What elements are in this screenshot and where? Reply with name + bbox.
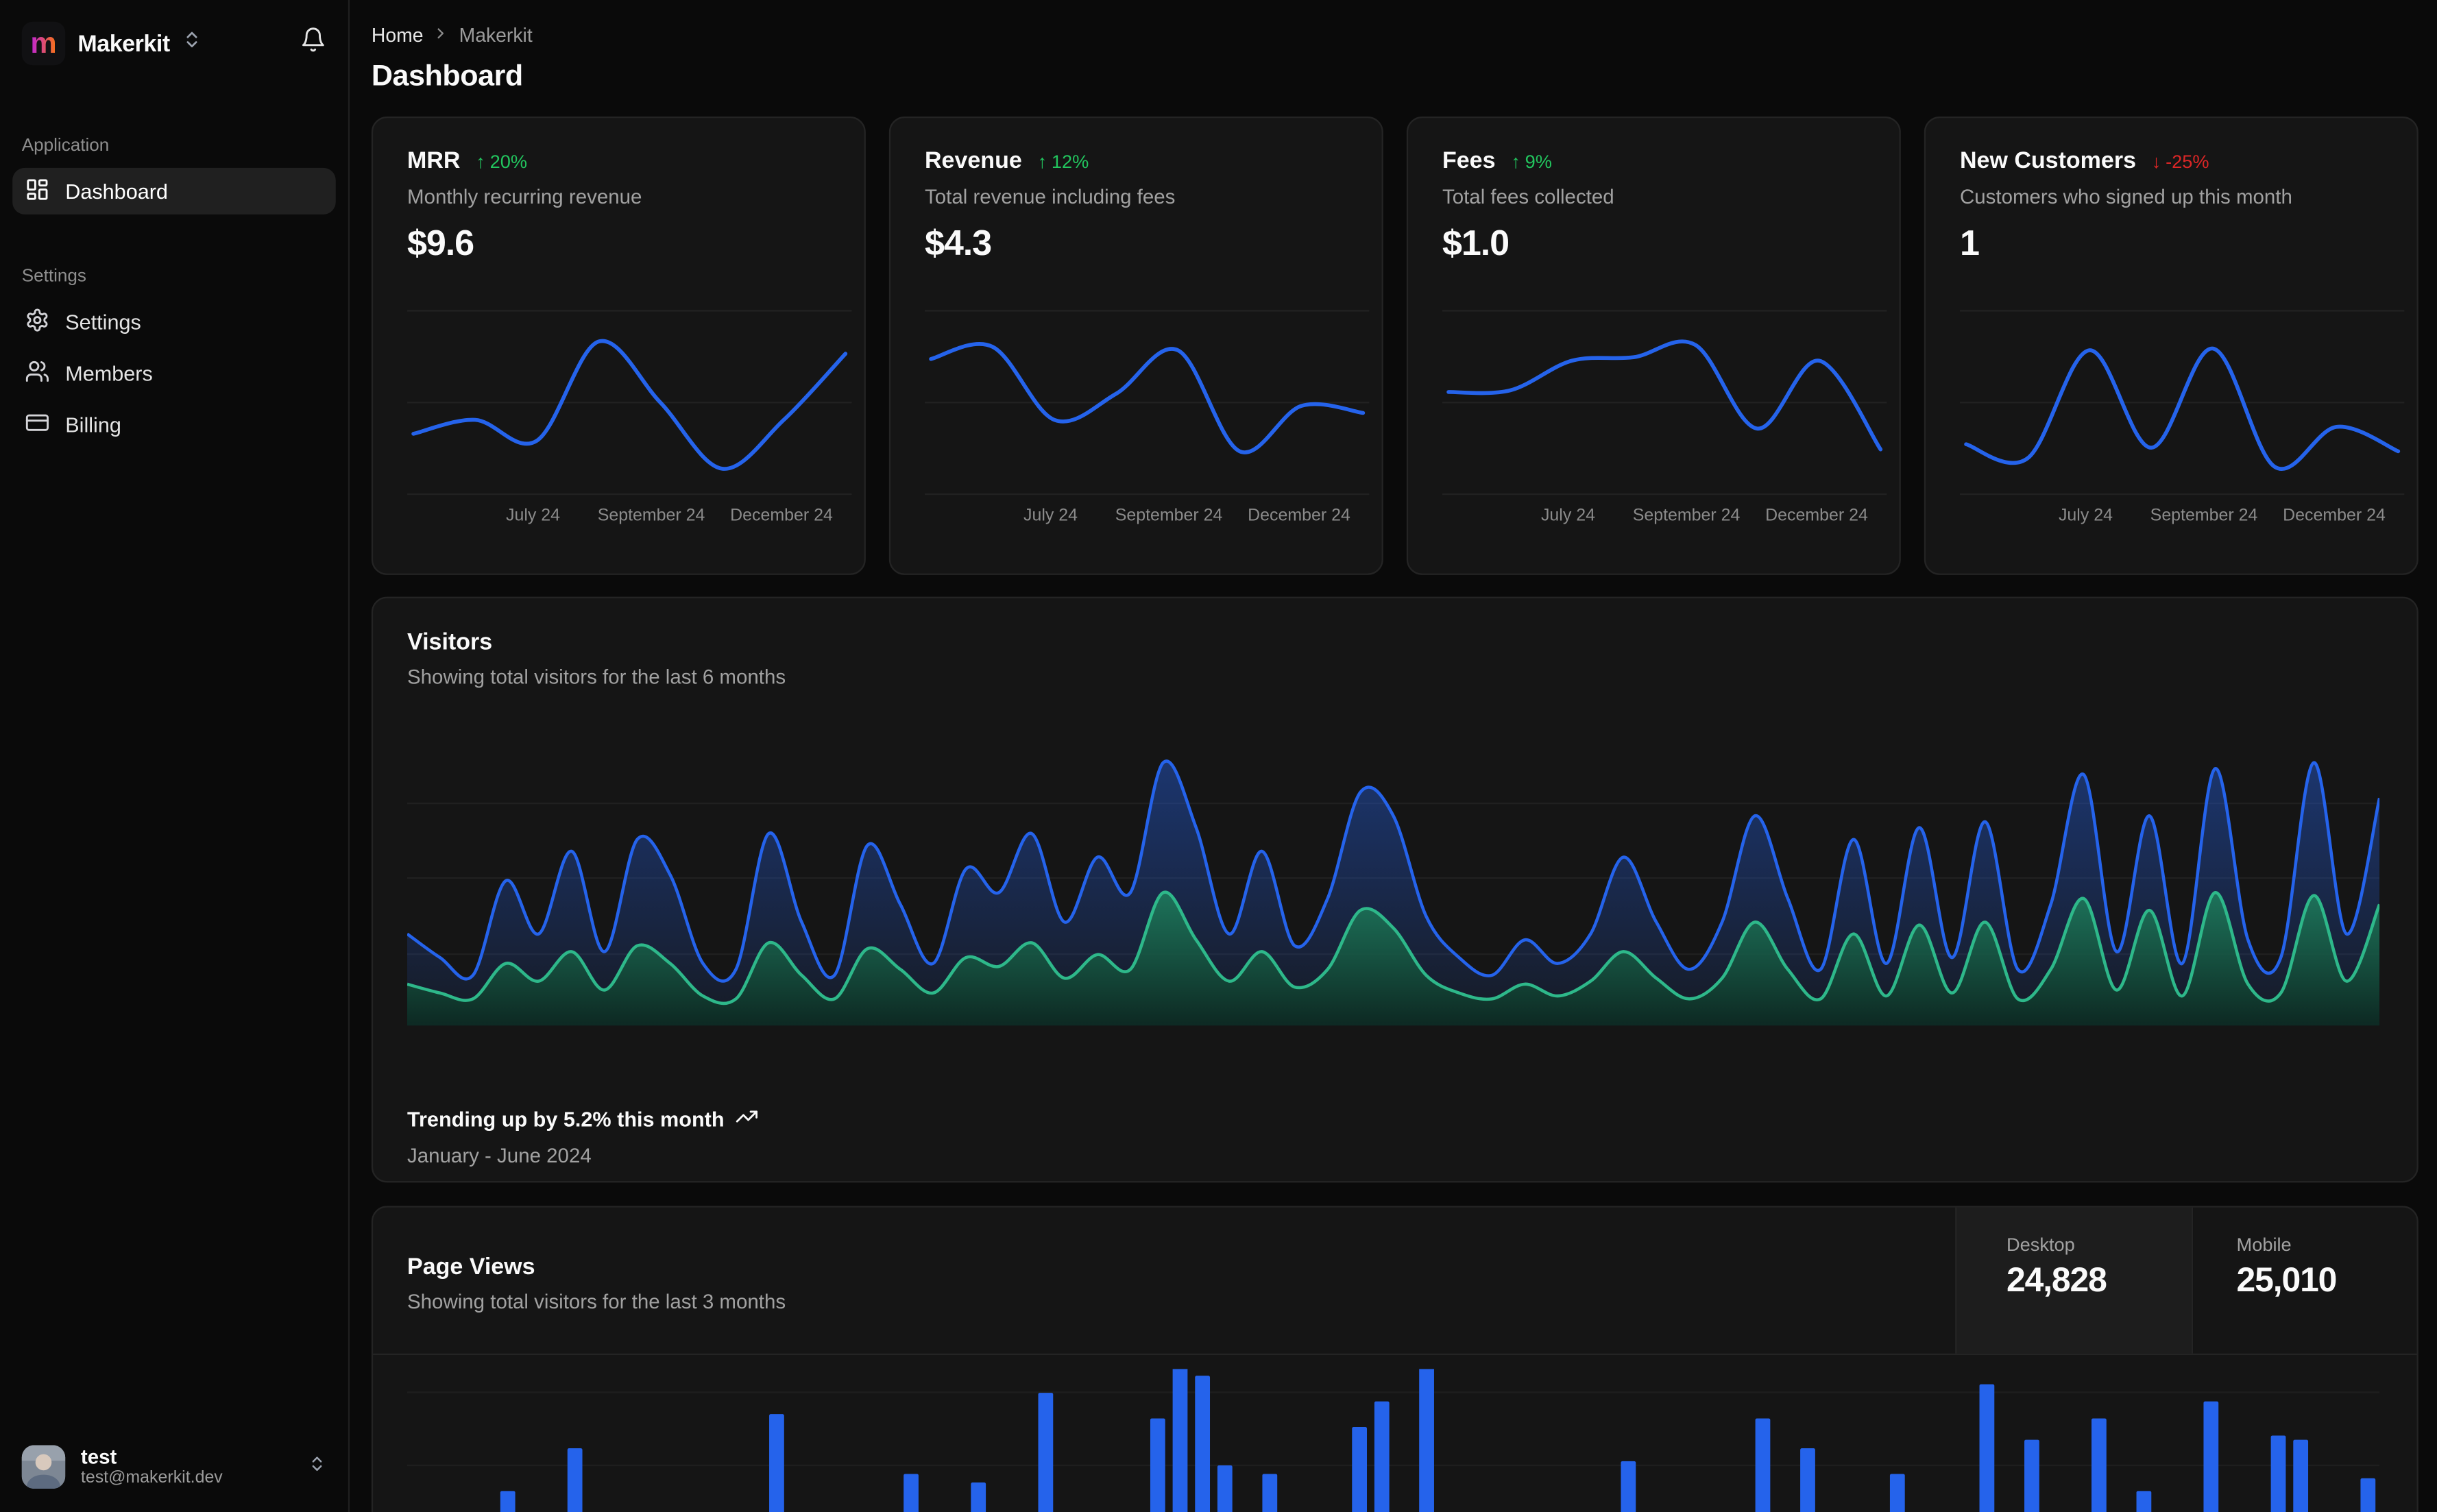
page-views-bar-chart [407, 1369, 2380, 1512]
credit-card-icon [25, 409, 49, 439]
fees-sparkline-chart [1442, 310, 1887, 496]
sidebar-item-dashboard[interactable]: Dashboard [12, 167, 336, 215]
desktop-value: 24,828 [2006, 1260, 2107, 1300]
stat-value: $9.6 [407, 222, 474, 263]
nav-section-label-application: Application [21, 136, 110, 156]
sidebar-item-label: Members [65, 361, 153, 385]
x-tick: July 24 [1023, 507, 1078, 526]
stat-trend-badge: ↓ -25% [2151, 149, 2209, 172]
sparkline-x-axis: July 24 September 24 December 24 [1442, 507, 1884, 528]
x-tick: December 24 [1248, 507, 1350, 526]
chevrons-up-down-icon [182, 29, 202, 58]
bell-icon [300, 27, 327, 61]
stat-value: 1 [1959, 222, 1980, 263]
x-tick: July 24 [505, 507, 561, 526]
x-tick: September 24 [597, 507, 705, 526]
sparkline-x-axis: July 24 September 24 December 24 [925, 507, 1366, 528]
chevrons-up-down-icon [308, 1453, 326, 1481]
visitors-title: Visitors [407, 629, 493, 656]
dashboard-page: m Makerkit Application Dashboard Setting… [0, 0, 2437, 1512]
sidebar-header: m Makerkit [0, 0, 348, 66]
x-tick: September 24 [2150, 507, 2258, 526]
trend-arrow-icon: ↑ [1037, 149, 1047, 172]
stat-title: Revenue [924, 147, 1022, 174]
user-email: test@makerkit.dev [80, 1468, 223, 1487]
trending-up-icon [735, 1105, 758, 1133]
stat-trend-badge: ↑ 12% [1037, 149, 1089, 172]
nav-section-label-settings: Settings [21, 267, 86, 286]
stat-card-revenue: Revenue ↑ 12% Total revenue including fee… [888, 117, 1383, 575]
stat-title: MRR [407, 147, 461, 174]
sidebar-item-label: Settings [65, 310, 141, 334]
sidebar-item-label: Billing [65, 412, 121, 436]
stat-trend-badge: ↑ 9% [1511, 149, 1552, 172]
user-avatar [21, 1445, 66, 1489]
chevron-right-icon [433, 25, 450, 47]
x-tick: September 24 [1632, 507, 1741, 526]
sidebar-item-settings[interactable]: Settings [12, 298, 336, 345]
visitors-footer: Trending up by 5.2% this month January -… [407, 1105, 758, 1167]
stat-subtitle: Monthly recurring revenue [407, 184, 642, 208]
sidebar-item-members[interactable]: Members [12, 350, 336, 396]
user-name: test [80, 1445, 117, 1469]
toggle-mobile-button[interactable]: Mobile 25,010 [2191, 1207, 2417, 1354]
mobile-label: Mobile [2236, 1234, 2292, 1256]
logo-letter: m [30, 27, 57, 60]
breadcrumb-current: Makerkit [459, 25, 533, 47]
visitors-trend-text: Trending up by 5.2% this month [407, 1107, 725, 1131]
x-tick: December 24 [730, 507, 833, 526]
page-views-card: Page Views Showing total visitors for th… [371, 1206, 2418, 1512]
visitors-date-range: January - June 2024 [407, 1143, 592, 1167]
desktop-label: Desktop [2006, 1234, 2075, 1256]
stat-title: Fees [1442, 147, 1496, 174]
page-views-series-toggle: Desktop 24,828 Mobile 25,010 [1955, 1207, 2417, 1354]
x-tick: July 24 [2058, 507, 2113, 526]
visitors-area-chart [407, 759, 2380, 1026]
users-icon [25, 358, 49, 388]
x-tick: December 24 [2283, 507, 2386, 526]
stat-card-mrr: MRR ↑ 20% Monthly recurring revenue $9.6 … [371, 117, 866, 575]
sidebar-item-billing[interactable]: Billing [12, 401, 336, 448]
sparkline-x-axis: July 24 September 24 December 24 [407, 507, 849, 528]
trend-arrow-icon: ↓ [2151, 149, 2161, 172]
x-tick: September 24 [1115, 507, 1223, 526]
stat-subtitle: Customers who signed up this month [1959, 184, 2292, 208]
stat-title: New Customers [1959, 147, 2137, 174]
breadcrumb-home-link[interactable]: Home [372, 25, 424, 47]
sidebar-item-label: Dashboard [65, 179, 168, 203]
toggle-desktop-button[interactable]: Desktop 24,828 [1955, 1207, 2192, 1354]
page-title: Dashboard [371, 60, 523, 94]
visitors-subtitle: Showing total visitors for the last 6 mo… [407, 665, 786, 689]
stat-subtitle: Total fees collected [1442, 184, 1614, 208]
stat-subtitle: Total revenue including fees [924, 184, 1176, 208]
x-tick: December 24 [1765, 507, 1868, 526]
user-menu-button[interactable]: test test@makerkit.dev [0, 1426, 348, 1512]
team-selector-button[interactable]: Makerkit [77, 29, 202, 58]
stat-cards-row: MRR ↑ 20% Monthly recurring revenue $9.6 … [371, 117, 2418, 575]
brand-name: Makerkit [77, 30, 170, 57]
stat-value: $4.3 [924, 222, 992, 263]
main-content: Home Makerkit Dashboard MRR ↑ 20% Monthly… [350, 0, 2437, 1512]
breadcrumb: Home Makerkit [372, 25, 2437, 47]
sidebar: m Makerkit Application Dashboard Setting… [0, 0, 350, 1512]
layout-dashboard-icon [25, 176, 49, 206]
notifications-button[interactable] [300, 27, 327, 61]
trend-arrow-icon: ↑ [1511, 149, 1520, 172]
x-tick: July 24 [1540, 507, 1596, 526]
trend-arrow-icon: ↑ [476, 149, 485, 172]
page-views-header: Page Views Showing total visitors for th… [373, 1207, 2417, 1356]
stat-card-new-customers: New Customers ↓ -25% Customers who signed… [1924, 117, 2418, 575]
revenue-sparkline-chart [924, 310, 1370, 496]
mrr-sparkline-chart [407, 310, 852, 496]
stat-card-fees: Fees ↑ 9% Total fees collected $1.0 July … [1406, 117, 1901, 575]
mobile-value: 25,010 [2236, 1260, 2338, 1300]
stat-value: $1.0 [1442, 222, 1510, 263]
new-customers-sparkline-chart [1959, 310, 2405, 496]
gear-icon [25, 307, 49, 337]
makerkit-logo-icon: m [21, 21, 66, 66]
stat-trend-badge: ↑ 20% [476, 149, 528, 172]
sidebar-nav: Application Dashboard Settings Settings … [0, 137, 348, 448]
visitors-card: Visitors Showing total visitors for the … [371, 596, 2418, 1183]
sparkline-x-axis: July 24 September 24 December 24 [1960, 507, 2401, 528]
